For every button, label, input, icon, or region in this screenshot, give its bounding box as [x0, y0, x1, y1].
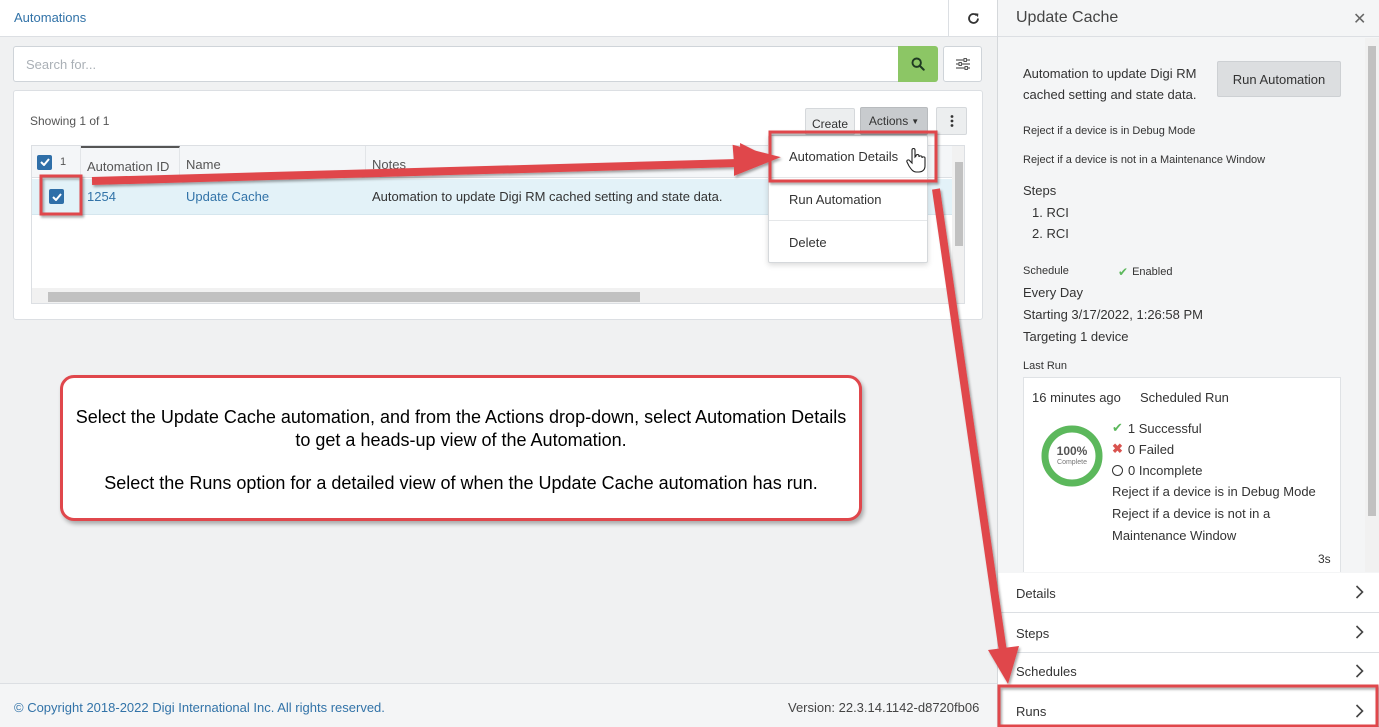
breadcrumb[interactable]: Automations [14, 10, 86, 25]
last-run-duration: 3s [1318, 552, 1331, 566]
check-icon [39, 158, 50, 166]
reject-maintenance-text: Reject if a device is not in a Maintenan… [1023, 154, 1266, 166]
column-header-name[interactable]: Name [180, 146, 366, 178]
stat-successful-label: 1 Successful [1127, 420, 1202, 436]
reject-debug-text: Reject if a device is in Debug Mode [1023, 125, 1196, 137]
section-runs[interactable]: Runs [998, 687, 1379, 727]
chevron-right-icon [1355, 664, 1364, 678]
actions-menu: Automation Details Run Automation Delete [768, 135, 928, 263]
top-bar: Automations [0, 0, 997, 37]
completion-label: Complete [1057, 459, 1087, 466]
section-schedules-label: Schedules [1016, 664, 1077, 679]
version-text: Version: 22.3.14.1142-d8720fb06 [788, 700, 980, 715]
grid-horizontal-scrollbar[interactable] [32, 288, 964, 303]
chevron-right-icon [1355, 625, 1364, 639]
menu-item-automation-details[interactable]: Automation Details [769, 136, 927, 178]
schedule-status: ✔ Enabled [1118, 265, 1172, 279]
column-header-automation-id[interactable]: Automation ID [81, 146, 180, 178]
menu-item-delete[interactable]: Delete [769, 222, 927, 264]
panel-body: Automation to update Digi RM cached sett… [998, 38, 1365, 572]
more-options-button[interactable] [936, 107, 967, 135]
section-runs-label: Runs [1016, 704, 1047, 719]
row-checkbox[interactable] [49, 189, 64, 204]
panel-header: Update Cache ✕ [998, 0, 1379, 37]
caret-down-icon: ▼ [911, 116, 920, 126]
section-details[interactable]: Details [998, 573, 1379, 613]
checkmark-icon: ✔ [1118, 265, 1129, 279]
refresh-button[interactable] [948, 0, 997, 37]
panel-title: Update Cache [1016, 9, 1119, 26]
vertical-ellipsis-icon [950, 115, 953, 127]
completion-percent: 100% [1056, 444, 1088, 458]
checkmark-icon: ✔ [1112, 420, 1123, 435]
panel-vertical-scroll-thumb[interactable] [1368, 46, 1376, 516]
steps-heading: Steps [1023, 183, 1057, 198]
menu-item-automation-details-label: Automation Details [789, 149, 899, 164]
stat-successful: ✔ 1 Successful [1112, 420, 1202, 436]
schedule-target: Targeting 1 device [1023, 329, 1129, 344]
last-run-reject-maint-1: Reject if a device is not in a [1112, 506, 1271, 521]
row-select-cell [32, 179, 81, 215]
last-run-heading: Last Run [1023, 360, 1068, 372]
panel-vertical-scrollbar[interactable] [1365, 38, 1379, 572]
last-run-type: Scheduled Run [1140, 390, 1229, 405]
selected-count: 1 [60, 156, 67, 168]
search-icon [911, 57, 925, 71]
menu-item-run-automation[interactable]: Run Automation [769, 179, 927, 221]
step-item: 2. RCI [1032, 226, 1069, 241]
row-name[interactable]: Update Cache [180, 179, 366, 215]
completion-donut: 100% Complete [1040, 424, 1104, 488]
select-all-checkbox[interactable] [37, 154, 52, 170]
section-steps[interactable]: Steps [998, 613, 1379, 653]
stat-incomplete: 0 Incomplete [1112, 463, 1202, 478]
select-all-cell: 1 [32, 146, 81, 178]
refresh-icon [967, 13, 979, 24]
last-run-card: 16 minutes ago Scheduled Run 100% Comple… [1023, 377, 1341, 572]
chevron-right-icon [1355, 585, 1364, 599]
section-steps-label: Steps [1016, 626, 1050, 641]
section-details-label: Details [1016, 586, 1056, 601]
stat-failed: ✖ 0 Failed [1112, 441, 1174, 457]
footer: © Copyright 2018-2022 Digi International… [0, 683, 997, 727]
schedule-frequency: Every Day [1023, 285, 1083, 300]
actions-label: Actions [868, 114, 909, 128]
automations-page: Automations Sho [0, 0, 997, 727]
grid-horizontal-scroll-thumb[interactable] [48, 292, 640, 302]
automation-details-panel: Update Cache ✕ Automation to update Digi… [997, 0, 1379, 727]
run-automation-button[interactable]: Run Automation [1217, 61, 1341, 97]
last-run-time: 16 minutes ago [1032, 390, 1121, 405]
stat-incomplete-label: 0 Incomplete [1128, 463, 1203, 478]
search-input[interactable] [13, 46, 899, 82]
close-icon[interactable]: ✕ [1353, 9, 1366, 29]
grid-vertical-scroll-thumb[interactable] [955, 162, 963, 246]
instruction-callout: Select the Update Cache automation, and … [60, 375, 862, 521]
automation-description: Automation to update Digi RM cached sett… [1023, 66, 1197, 102]
check-icon [51, 192, 62, 201]
stat-failed-label: 0 Failed [1127, 441, 1175, 457]
x-mark-icon: ✖ [1112, 441, 1123, 456]
copyright-link[interactable]: © Copyright 2018-2022 Digi International… [14, 700, 385, 715]
last-run-reject-maint-2: Maintenance Window [1112, 528, 1237, 543]
search-button[interactable] [898, 46, 938, 82]
schedule-start: Starting 3/17/2022, 1:26:58 PM [1023, 307, 1203, 322]
schedule-heading: Schedule [1023, 265, 1069, 277]
create-button[interactable]: Create [805, 108, 855, 135]
sliders-icon [955, 58, 970, 70]
filter-button[interactable] [943, 46, 982, 82]
row-automation-id[interactable]: 1254 [81, 179, 180, 215]
actions-dropdown-button[interactable]: Actions ▼ [860, 107, 928, 135]
last-run-reject-debug: Reject if a device is in Debug Mode [1112, 484, 1316, 499]
circle-icon [1112, 465, 1123, 476]
schedule-status-label: Enabled [1132, 266, 1173, 278]
showing-count: Showing 1 of 1 [30, 114, 110, 128]
step-item: 1. RCI [1032, 205, 1069, 220]
callout-text-2: Select the Runs option for a detailed vi… [104, 473, 818, 493]
callout-text-1: Select the Update Cache automation, and … [75, 407, 847, 450]
grid-vertical-scrollbar[interactable] [952, 146, 964, 288]
chevron-right-icon [1355, 704, 1364, 718]
